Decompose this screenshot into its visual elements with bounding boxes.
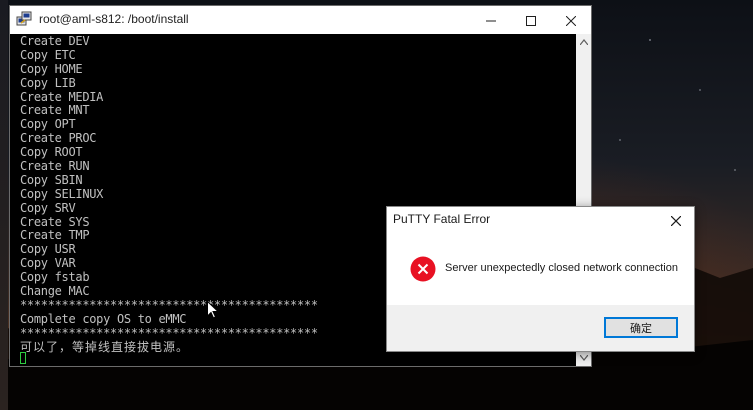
minimize-icon [486, 11, 496, 30]
terminal-separator: ****************************************… [20, 325, 318, 340]
mouse-pointer-icon [207, 300, 220, 319]
terminal-line: Copy ETC [20, 47, 76, 62]
terminal-line: Copy HOME [20, 61, 83, 76]
ok-button[interactable]: 确定 [604, 317, 678, 338]
terminal-line: Copy SBIN [20, 172, 83, 187]
window-titlebar[interactable]: root@aml-s812: /boot/install [10, 6, 591, 34]
terminal-line: 可以了，等掉线直接拔电源。 [20, 339, 190, 354]
dialog-body: Server unexpectedly closed network conne… [387, 233, 694, 305]
terminal-line: Copy SRV [20, 200, 76, 215]
close-icon [670, 211, 682, 230]
error-message: Server unexpectedly closed network conne… [445, 262, 678, 274]
dialog-footer: 确定 [387, 305, 694, 351]
fatal-error-dialog[interactable]: PuTTY Fatal Error Server unexpectedly cl… [386, 206, 695, 352]
chevron-up-icon [579, 38, 588, 47]
terminal-line: Create SYS [20, 214, 90, 229]
terminal-separator: ****************************************… [20, 297, 318, 312]
scroll-down-button[interactable] [576, 350, 591, 366]
terminal-line: Create PROC [20, 131, 97, 146]
scroll-up-button[interactable] [576, 34, 591, 50]
terminal-cursor [20, 352, 26, 364]
terminal-line: Complete copy OS to eMMC [20, 311, 187, 326]
terminal-output: Create DEV Copy ETC Copy HOME Copy LIB C… [20, 34, 318, 354]
putty-icon[interactable] [16, 11, 32, 27]
desktop-edge [0, 0, 8, 410]
close-button[interactable] [551, 6, 591, 34]
terminal-line: Create TMP [20, 228, 90, 243]
terminal-line: Copy OPT [20, 117, 76, 132]
error-icon [410, 256, 436, 282]
chevron-down-icon [579, 354, 588, 363]
terminal-line: Copy USR [20, 242, 76, 257]
terminal-line: Copy LIB [20, 75, 76, 90]
terminal-line: Create RUN [20, 159, 90, 174]
dialog-close-button[interactable] [663, 209, 689, 231]
terminal-line: Copy VAR [20, 256, 76, 271]
terminal-line: Copy SELINUX [20, 186, 104, 201]
maximize-icon [526, 11, 536, 30]
terminal-line: Change MAC [20, 284, 90, 299]
minimize-button[interactable] [471, 6, 511, 34]
dialog-titlebar[interactable]: PuTTY Fatal Error [387, 207, 694, 233]
close-icon [565, 11, 577, 30]
terminal-line: Copy ROOT [20, 145, 83, 160]
terminal-line: Create MEDIA [20, 89, 104, 104]
dialog-title: PuTTY Fatal Error [393, 212, 491, 226]
maximize-button[interactable] [511, 6, 551, 34]
terminal-line: Create MNT [20, 103, 90, 118]
terminal-line: Create DEV [20, 34, 90, 48]
window-title: root@aml-s812: /boot/install [39, 12, 189, 26]
terminal-line: Copy fstab [20, 270, 90, 285]
